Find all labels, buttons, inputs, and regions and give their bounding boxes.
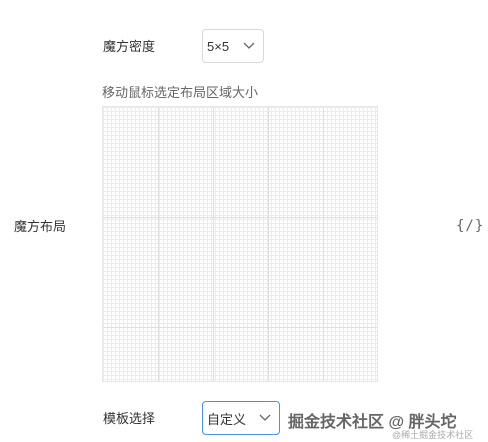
magic-cube-settings: 魔方密度 5×5 移动鼠标选定布局区域大小 魔方布局 {/} 模板选择 自定义 … — [0, 0, 488, 442]
grid-divider-v — [323, 107, 324, 381]
layout-grid[interactable] — [102, 106, 378, 382]
density-select-value: 5×5 — [207, 38, 230, 54]
watermark-sub: @稀土掘金技术社区 — [392, 430, 474, 440]
chevron-down-icon — [259, 414, 271, 421]
template-select[interactable]: 自定义 — [202, 401, 280, 435]
layout-label: 魔方布局 — [14, 219, 67, 234]
chevron-down-icon — [243, 42, 255, 49]
layout-hint: 移动鼠标选定布局区域大小 — [102, 85, 259, 100]
density-select[interactable]: 5×5 — [202, 29, 264, 63]
grid-divider-v — [213, 107, 214, 381]
code-icon[interactable]: {/} — [456, 218, 484, 234]
template-select-value: 自定义 — [207, 411, 247, 427]
grid-divider-h — [103, 217, 377, 218]
density-label: 魔方密度 — [103, 39, 156, 54]
grid-divider-v — [158, 107, 159, 381]
template-label: 模板选择 — [103, 411, 156, 426]
grid-divider-v — [268, 107, 269, 381]
grid-divider-h — [103, 327, 377, 328]
